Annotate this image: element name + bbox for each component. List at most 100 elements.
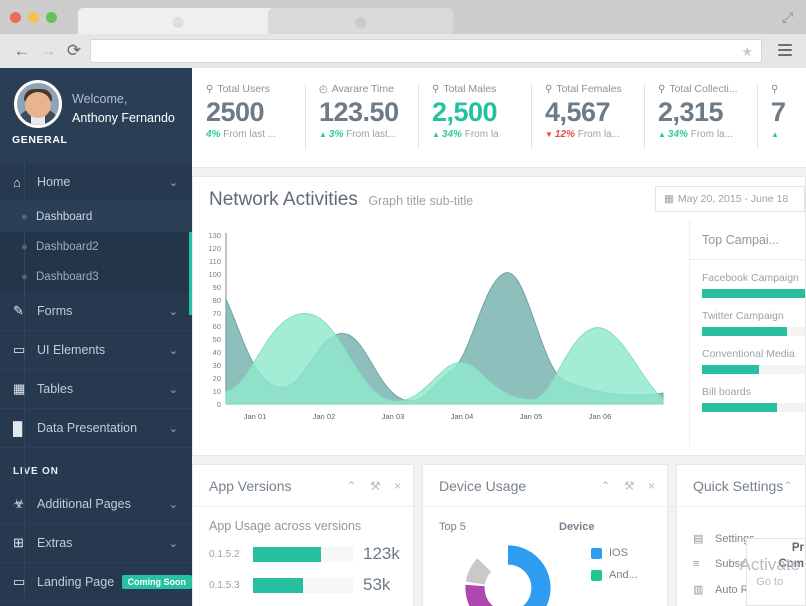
panel-header: App Versions ⌃ ⚒ ×	[193, 465, 413, 507]
coming-soon-badge: Coming Soon	[122, 575, 193, 589]
chevron-down-icon[interactable]: ⌄	[169, 344, 178, 357]
wrench-icon[interactable]: ⚒	[370, 479, 381, 493]
sidebar-section-general: GENERAL	[12, 134, 68, 146]
collapse-icon[interactable]: ⌃	[600, 479, 610, 493]
stat-card-total-males[interactable]: ⚲Total Males 2,500 ▲34% From la	[418, 68, 531, 167]
sidebar-item-extras[interactable]: ⊞ Extras ⌄	[0, 524, 192, 563]
stat-delta: ▲34% From la...	[658, 129, 757, 140]
panel-title: Device Usage	[439, 478, 526, 494]
stat-delta-pct: 12%	[555, 129, 575, 140]
tab-favicon	[173, 17, 184, 28]
stat-card-average-time[interactable]: ◴Avarare Time 123.50 ▲3% From last...	[305, 68, 418, 167]
stat-value: 123.50	[319, 95, 418, 129]
close-icon[interactable]: ×	[648, 479, 655, 493]
expand-icon[interactable]: ⤢	[782, 10, 796, 24]
sidebar-item-label: Tables	[37, 382, 169, 396]
campaign-bar-fill	[702, 289, 805, 298]
stat-card-total-females[interactable]: ⚲Total Females 4,567 ▼12% From la...	[531, 68, 644, 167]
campaign-bar-fill	[702, 365, 759, 374]
sidebar-item-label: Extras	[37, 536, 169, 550]
tab-favicon	[355, 17, 366, 28]
sidebar-item-dashboard3[interactable]: Dashboard3	[0, 262, 192, 292]
campaign-bar-track	[702, 289, 805, 298]
device-usage-legend: IOS And...	[591, 547, 638, 591]
stat-card-total-users[interactable]: ⚲Total Users 2500 4% From last ...	[192, 68, 305, 167]
campaign-item: Bill boards	[702, 386, 805, 412]
legend-label: IOS	[609, 547, 628, 559]
browser-menu-icon[interactable]	[778, 44, 792, 58]
browser-tab-1[interactable]	[78, 8, 278, 34]
sidebar-item-additional-pages[interactable]: ☣ Additional Pages ⌄	[0, 485, 192, 524]
chart-area: 130 120 110 100 90 80 70 60 50 40 30 20	[193, 221, 805, 447]
stat-card-truncated[interactable]: ⚲ 7 ▲	[757, 68, 806, 167]
bullet-icon	[22, 275, 27, 280]
tab-strip: ⤢	[0, 0, 806, 34]
chevron-down-icon[interactable]: ⌄	[169, 422, 178, 435]
close-icon[interactable]: ×	[394, 479, 401, 493]
panel-body: App Usage across versions 0.1.5.2 123k 0…	[193, 507, 413, 595]
device-usage-columns: Top 5 Device	[439, 521, 667, 533]
svg-text:40: 40	[213, 348, 221, 357]
stat-value: 2,500	[432, 95, 531, 129]
svg-text:80: 80	[213, 296, 221, 305]
user-icon: ⚲	[432, 84, 439, 95]
page-subtitle: Graph title sub-title	[368, 194, 473, 208]
chevron-down-icon[interactable]: ⌄	[169, 383, 178, 396]
browser-chrome: ⤢ ← → ⟳ ★	[0, 0, 806, 68]
chevron-down-icon[interactable]: ⌄	[169, 176, 178, 189]
wrench-icon[interactable]: ⚒	[624, 479, 635, 493]
network-area-chart: 130 120 110 100 90 80 70 60 50 40 30 20	[193, 221, 691, 447]
browser-tab-2[interactable]	[268, 8, 453, 34]
campaign-label: Conventional Media	[702, 348, 805, 360]
bullet-icon	[22, 245, 27, 250]
sidebar-item-home[interactable]: ⌂ Home ⌄	[0, 163, 192, 202]
arrow-up-icon: ▲	[658, 130, 666, 139]
stat-delta-pct: 34%	[442, 129, 462, 140]
close-window-button[interactable]	[10, 12, 21, 23]
reload-button[interactable]: ⟳	[64, 41, 84, 61]
stat-card-total-collection[interactable]: ⚲Total Collecti... 2,315 ▲34% From la...	[644, 68, 757, 167]
stat-delta: ▲	[771, 129, 806, 140]
user-icon: ⚲	[545, 84, 552, 95]
date-range-picker[interactable]: ▦May 20, 2015 - June 18	[655, 186, 805, 212]
legend-swatch	[591, 548, 602, 559]
svg-text:10: 10	[213, 387, 221, 396]
sidebar-item-forms[interactable]: ✎ Forms ⌄	[0, 292, 192, 331]
version-label: 0.1.5.3	[209, 580, 253, 591]
svg-text:130: 130	[208, 231, 221, 240]
user-icon: ⚲	[771, 84, 778, 95]
app-usage-caption: App Usage across versions	[209, 519, 413, 533]
sidebar-item-tables[interactable]: ▦ Tables ⌄	[0, 370, 192, 409]
maximize-window-button[interactable]	[46, 12, 57, 23]
panel-tools: ⌃ ⚒ ×	[336, 479, 401, 493]
sidebar-item-landing-page[interactable]: ▭ Landing Page Coming Soon	[0, 563, 192, 602]
svg-text:Jan 02: Jan 02	[313, 412, 336, 421]
chevron-down-icon[interactable]: ⌄	[169, 305, 178, 318]
sidebar-subitem-label: Dashboard3	[36, 271, 99, 283]
sidebar-item-ui-elements[interactable]: ▭ UI Elements ⌄	[0, 331, 192, 370]
bookmark-star-icon[interactable]: ★	[741, 44, 753, 60]
collapse-icon[interactable]: ⌃	[346, 479, 356, 493]
version-bar-fill	[253, 578, 303, 593]
svg-text:30: 30	[213, 361, 221, 370]
chevron-down-icon[interactable]: ⌄	[169, 498, 178, 511]
chevron-down-icon[interactable]: ⌄	[169, 537, 178, 550]
collapse-icon[interactable]: ⌃	[783, 479, 793, 493]
sidebar-item-label: Forms	[37, 304, 169, 318]
list-icon: ≡	[693, 558, 715, 570]
back-button[interactable]: ←	[12, 41, 32, 61]
campaign-bar-fill	[702, 327, 787, 336]
user-icon: ⚲	[658, 84, 665, 95]
sidebar-item-dashboard[interactable]: Dashboard	[0, 202, 192, 232]
panel-title: Quick Settings	[693, 478, 783, 494]
bottom-panels: App Versions ⌃ ⚒ × App Usage across vers…	[192, 464, 806, 606]
campaign-item: Twitter Campaign	[702, 310, 805, 336]
sidebar-item-dashboard2[interactable]: Dashboard2	[0, 232, 192, 262]
forward-button[interactable]: →	[38, 41, 58, 61]
address-bar[interactable]: ★	[90, 39, 762, 63]
laptop-icon: ▭	[13, 574, 37, 590]
stat-caption: ⚲Total Collecti...	[658, 83, 757, 95]
minimize-window-button[interactable]	[28, 12, 39, 23]
welcome-block: Welcome, Anthony Fernando	[72, 90, 175, 128]
sidebar-item-data-presentation[interactable]: █ Data Presentation ⌄	[0, 409, 192, 448]
